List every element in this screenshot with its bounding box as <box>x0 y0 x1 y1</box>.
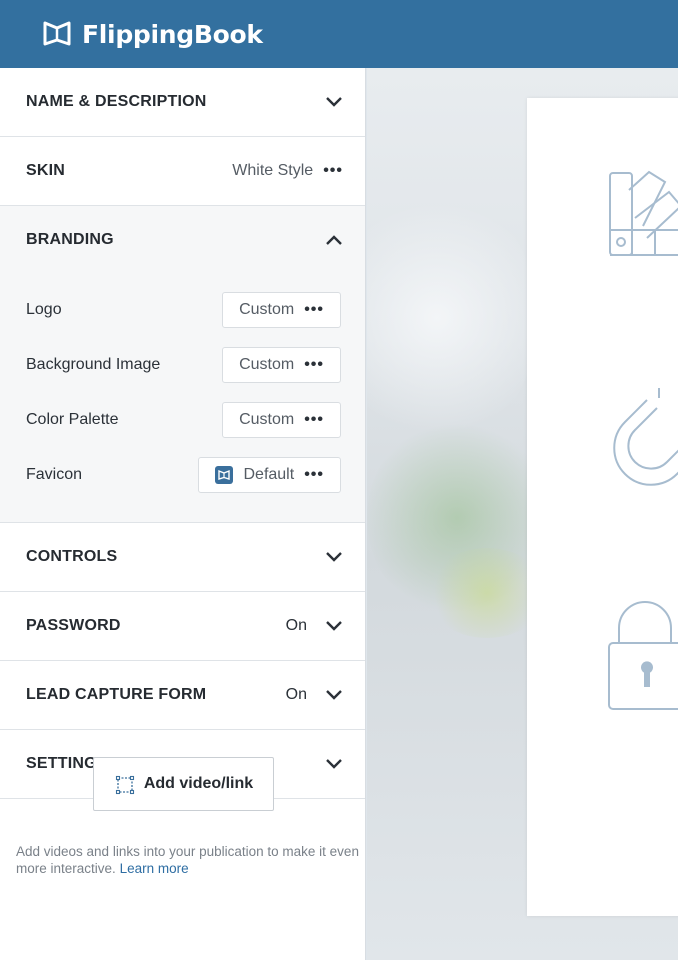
magnet-icon <box>613 388 678 486</box>
chevron-down-icon <box>326 621 342 631</box>
section-password: PASSWORD On <box>0 592 365 661</box>
section-right <box>325 551 343 563</box>
section-controls: CONTROLS <box>0 523 365 592</box>
chevron-up-icon <box>326 235 342 245</box>
color-palette-select-button[interactable]: Custom ••• <box>222 401 341 438</box>
section-right: On <box>286 617 343 635</box>
chevron-down-icon <box>326 690 342 700</box>
row-label: Color Palette <box>26 410 119 428</box>
section-right: On <box>286 686 343 704</box>
branding-options: Logo Custom ••• Background Image Custom … <box>0 274 365 522</box>
section-name-description: NAME & DESCRIPTION <box>0 68 365 137</box>
branding-row-logo: Logo Custom ••• <box>26 282 341 337</box>
row-label: Background Image <box>26 355 161 373</box>
preview-card <box>527 98 678 916</box>
publication-preview <box>367 68 678 960</box>
section-title: PASSWORD <box>26 617 121 634</box>
lock-icon <box>608 601 678 710</box>
section-right <box>325 234 343 246</box>
branding-row-background: Background Image Custom ••• <box>26 337 341 392</box>
section-header-password[interactable]: PASSWORD On <box>0 592 365 660</box>
favicon-select-button[interactable]: Default ••• <box>198 456 341 493</box>
section-lead-capture: LEAD CAPTURE FORM On <box>0 661 365 730</box>
logo-select-button[interactable]: Custom ••• <box>222 291 341 328</box>
settings-sidebar: NAME & DESCRIPTION SKIN White Style ••• … <box>0 68 366 960</box>
section-title: BRANDING <box>26 231 114 248</box>
branding-row-color-palette: Color Palette Custom ••• <box>26 392 341 447</box>
add-video-link-button[interactable]: Add video/link <box>93 757 274 811</box>
app-header: FlippingBook <box>0 0 678 68</box>
more-dots-icon: ••• <box>304 410 324 428</box>
section-branding: BRANDING Logo Custom ••• Background Imag… <box>0 206 365 523</box>
pill-value: Custom <box>239 300 295 318</box>
background-blur <box>367 188 537 448</box>
section-right <box>325 758 343 770</box>
more-dots-icon: ••• <box>304 355 324 373</box>
brand-name: FlippingBook <box>82 19 263 49</box>
section-right <box>325 96 343 108</box>
pill-value: Custom <box>239 355 295 373</box>
chevron-down-icon <box>326 759 342 769</box>
row-label: Logo <box>26 300 62 318</box>
section-title: LEAD CAPTURE FORM <box>26 686 207 703</box>
add-video-link-label: Add video/link <box>143 775 254 792</box>
pill-value: Custom <box>239 410 295 428</box>
skin-value: White Style <box>232 162 314 179</box>
book-logo-icon <box>43 21 71 46</box>
section-header-skin[interactable]: SKIN White Style ••• <box>0 137 365 205</box>
add-link-icon <box>115 775 134 795</box>
pill-value: Default <box>243 465 295 483</box>
more-dots-icon[interactable]: ••• <box>323 163 343 179</box>
branding-row-favicon: Favicon Default ••• <box>26 447 341 502</box>
brand-logo[interactable]: FlippingBook <box>42 20 263 49</box>
row-label: Favicon <box>26 465 83 483</box>
lead-capture-status: On <box>285 686 307 703</box>
background-select-button[interactable]: Custom ••• <box>222 346 341 383</box>
section-header-lead-capture[interactable]: LEAD CAPTURE FORM On <box>0 661 365 729</box>
palette-icon <box>609 170 678 256</box>
section-title: SKIN <box>26 162 66 179</box>
section-title: NAME & DESCRIPTION <box>26 93 207 110</box>
section-right: White Style ••• <box>232 162 343 180</box>
section-header-branding[interactable]: BRANDING <box>0 206 365 274</box>
section-title: CONTROLS <box>26 548 118 565</box>
learn-more-link[interactable]: Learn more <box>120 861 189 876</box>
password-status: On <box>285 617 307 634</box>
add-link-help-text: Add videos and links into your publicati… <box>16 843 361 877</box>
chevron-down-icon <box>326 97 342 107</box>
favicon-icon <box>215 465 234 484</box>
section-header-name-description[interactable]: NAME & DESCRIPTION <box>0 68 365 136</box>
section-skin: SKIN White Style ••• <box>0 137 365 206</box>
section-header-controls[interactable]: CONTROLS <box>0 523 365 591</box>
chevron-down-icon <box>326 552 342 562</box>
more-dots-icon: ••• <box>304 300 324 318</box>
more-dots-icon: ••• <box>304 465 324 483</box>
